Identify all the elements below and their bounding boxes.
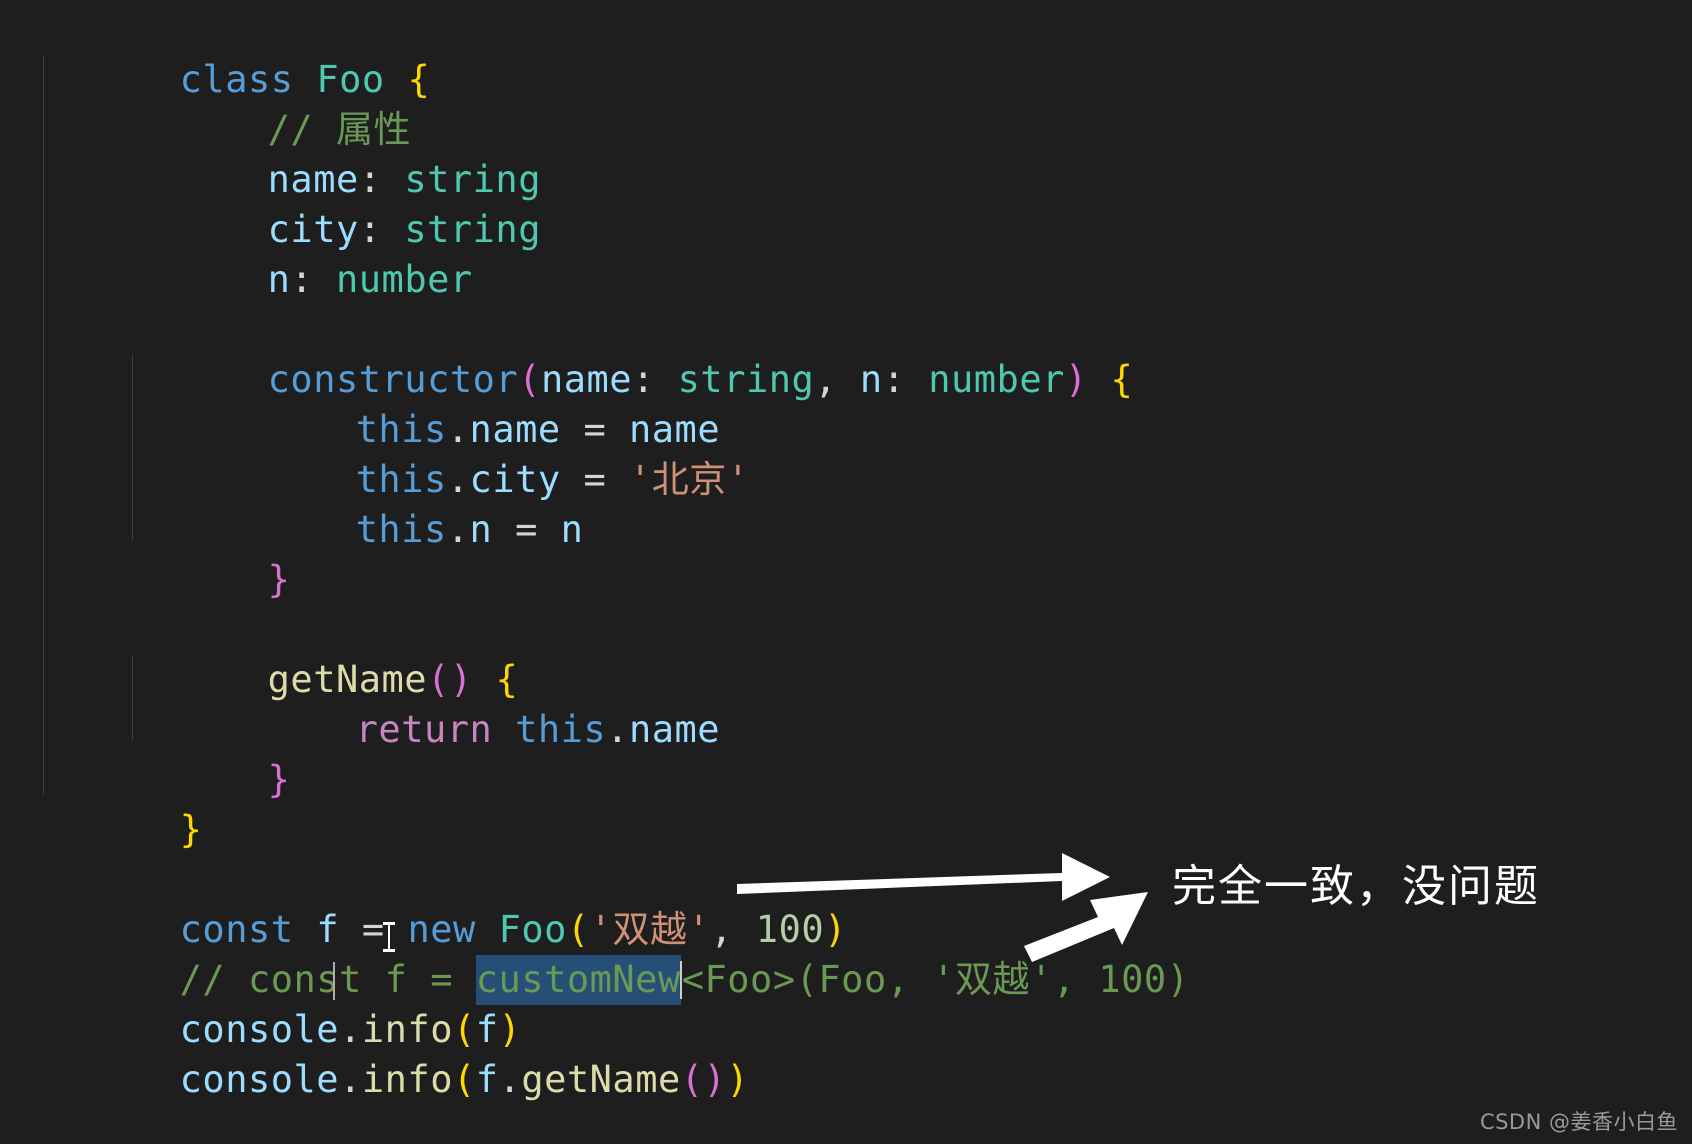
token-property-n: n bbox=[267, 258, 291, 301]
code-line[interactable]: class Foo { bbox=[43, 5, 1692, 101]
code-line[interactable]: getName() { bbox=[131, 605, 1692, 701]
code-line[interactable]: n: number bbox=[131, 205, 1692, 301]
token-dot: . bbox=[339, 1058, 362, 1101]
code-line[interactable]: constructor(name: string, n: number) { bbox=[131, 305, 1692, 401]
secondary-caret bbox=[333, 962, 335, 1000]
csdn-watermark: CSDN @姜香小白鱼 bbox=[1479, 1110, 1678, 1134]
token-type-number: number bbox=[336, 258, 473, 301]
code-line[interactable]: } bbox=[131, 505, 1692, 601]
code-line[interactable]: console.info(f) bbox=[43, 955, 1692, 1051]
code-line[interactable]: this.n = n bbox=[219, 455, 1692, 551]
token-arg-f: f bbox=[475, 1058, 499, 1101]
code-line[interactable]: } bbox=[131, 705, 1692, 801]
code-line[interactable]: this.name = name bbox=[219, 355, 1692, 451]
token-fn-getname: getName bbox=[521, 1058, 681, 1101]
code-line[interactable]: // 属性 bbox=[131, 55, 1692, 151]
code-line[interactable]: // const f = customNew<Foo>(Foo, '双越', 1… bbox=[43, 905, 1692, 1005]
code-line[interactable]: this.city = '北京' bbox=[219, 405, 1692, 501]
screenshot-root: class Foo { // 属性 name: string city: str… bbox=[0, 0, 1692, 1144]
token-brace-close: } bbox=[179, 808, 203, 851]
code-line[interactable]: console.info(f.getName()) bbox=[43, 1005, 1692, 1101]
token-paren-close: ) bbox=[726, 1058, 750, 1101]
code-line[interactable]: name: string bbox=[131, 105, 1692, 201]
token-parens: () bbox=[680, 1058, 727, 1101]
token-object-console: console bbox=[179, 1058, 340, 1101]
code-line[interactable]: city: string bbox=[131, 155, 1692, 251]
code-line[interactable]: return this.name bbox=[219, 655, 1692, 751]
token-paren-open: ( bbox=[452, 1058, 476, 1101]
code-editor-surface[interactable]: class Foo { // 属性 name: string city: str… bbox=[0, 0, 1692, 1144]
code-line[interactable]: } bbox=[43, 755, 1692, 851]
token-colon: : bbox=[290, 258, 314, 301]
token-fn-info: info bbox=[361, 1058, 453, 1101]
token-dot: . bbox=[498, 1058, 522, 1101]
token-brace-close: } bbox=[267, 558, 291, 601]
indent-guide bbox=[43, 55, 44, 795]
code-line[interactable]: const f = new Foo('双越', 100) bbox=[43, 855, 1692, 951]
